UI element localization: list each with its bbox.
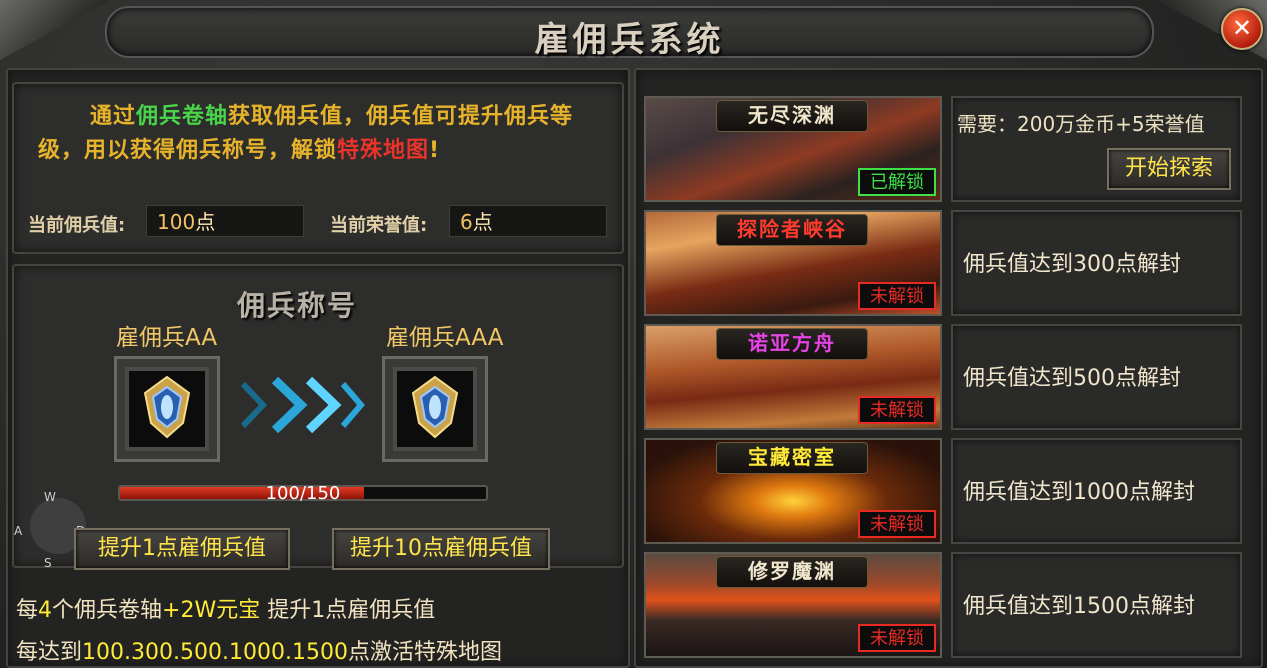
map-name: 探险者峡谷 [716, 214, 868, 246]
map-unlock-condition: 佣兵值达到300点解封 [963, 252, 1181, 277]
rank-progress-text: 100/150 [265, 483, 341, 504]
intro-text-segment: ! [429, 138, 441, 163]
map-row: 宝藏密室 未解锁 佣兵值达到1000点解封 [644, 438, 1244, 544]
map-requirement-panel: 佣兵值达到300点解封 [951, 210, 1242, 316]
next-rank-badge-slot [382, 356, 488, 462]
map-image[interactable]: 无尽深渊已解锁 [644, 96, 942, 202]
joystick-a-label: A [14, 524, 23, 538]
current-merc-label: 当前佣兵值: [28, 215, 126, 236]
unlock-threshold-info-segment: 每达到 [16, 640, 83, 665]
current-honor-value: 6 [460, 210, 473, 234]
upgrade-cost-info-segment: 个佣兵卷轴 [52, 598, 163, 623]
upgrade-cost-info: 每4个佣兵卷轴+2W元宝 提升1点雇佣兵值 [16, 592, 435, 624]
current-rank-title: 雇佣兵AA [116, 325, 218, 351]
map-image[interactable]: 宝藏密室未解锁 [644, 438, 942, 544]
map-image[interactable]: 修罗魔渊未解锁 [644, 552, 942, 658]
current-rank-badge-slot [114, 356, 220, 462]
map-status-badge: 未解锁 [858, 396, 936, 424]
map-requirement-panel: 佣兵值达到1000点解封 [951, 438, 1242, 544]
current-merc-value-box: 100点 [146, 205, 304, 237]
start-explore-button[interactable]: 开始探索 [1107, 148, 1231, 190]
map-name: 无尽深渊 [716, 100, 868, 132]
intro-description: 通过佣兵卷轴获取佣兵值，佣兵值可提升佣兵等级，用以获得佣兵称号，解锁特殊地图! [38, 100, 608, 168]
map-requirement-text: 需要：200万金币+5荣誉值 [957, 112, 1205, 136]
upgrade-10-button[interactable]: 提升10点雇佣兵值 [332, 528, 550, 570]
title-bar: 雇佣兵系统 [105, 6, 1154, 60]
joystick-s-label: S [44, 556, 52, 570]
current-honor-label: 当前荣誉值: [330, 215, 428, 236]
close-icon: ✕ [1231, 14, 1253, 42]
map-unlock-condition: 佣兵值达到500点解封 [963, 366, 1181, 391]
map-status-badge: 已解锁 [858, 168, 936, 196]
shield-badge-icon [411, 375, 459, 439]
rank-section-title: 佣兵称号 [237, 289, 358, 322]
map-row: 探险者峡谷 未解锁 佣兵值达到300点解封 [644, 210, 1244, 316]
unlock-threshold-info-segment: 100.300.500.1000.1500 [82, 640, 348, 665]
unlock-threshold-info: 每达到100.300.500.1000.1500点激活特殊地图 [16, 634, 502, 666]
map-name: 宝藏密室 [716, 442, 868, 474]
map-status-badge: 未解锁 [858, 624, 936, 652]
double-chevron-right-icon [240, 376, 365, 434]
map-image[interactable]: 探险者峡谷未解锁 [644, 210, 942, 316]
intro-text-segment: 通过 [90, 104, 137, 129]
window-title: 雇佣兵系统 [534, 20, 725, 60]
shield-badge-icon [143, 375, 191, 439]
map-requirement-panel: 佣兵值达到1500点解封 [951, 552, 1242, 658]
map-unlock-condition: 佣兵值达到1500点解封 [963, 594, 1195, 619]
next-rank-title: 雇佣兵AAA [386, 325, 504, 351]
current-honor-unit: 点 [472, 210, 493, 234]
rank-progress-bar: 100/150 [118, 483, 488, 504]
map-row: 诺亚方舟 未解锁 佣兵值达到500点解封 [644, 324, 1244, 430]
map-row: 无尽深渊 已解锁 需要：200万金币+5荣誉值 开始探索 [644, 96, 1244, 202]
map-status-badge: 未解锁 [858, 510, 936, 538]
map-requirement-panel: 佣兵值达到500点解封 [951, 324, 1242, 430]
current-merc-unit: 点 [195, 210, 216, 234]
map-requirement-panel: 需要：200万金币+5荣誉值开始探索 [951, 96, 1242, 202]
map-row: 修罗魔渊 未解锁 佣兵值达到1500点解封 [644, 552, 1244, 658]
map-image[interactable]: 诺亚方舟未解锁 [644, 324, 942, 430]
intro-text-segment: 特殊地图 [337, 138, 430, 163]
map-name: 修罗魔渊 [716, 556, 868, 588]
upgrade-cost-info-segment: +2W元宝 [162, 598, 261, 623]
upgrade-cost-info-segment: 4 [38, 598, 53, 623]
upgrade-cost-info-segment: 提升1点雇佣兵值 [260, 598, 436, 623]
upgrade-cost-info-segment: 每 [16, 598, 39, 623]
map-unlock-condition: 佣兵值达到1000点解封 [963, 480, 1195, 505]
upgrade-1-button[interactable]: 提升1点雇佣兵值 [74, 528, 290, 570]
current-merc-value: 100 [157, 210, 196, 234]
intro-text-segment: 佣兵卷轴 [136, 104, 229, 129]
current-honor-value-box: 6点 [449, 205, 607, 237]
unlock-threshold-info-segment: 点激活特殊地图 [347, 640, 502, 665]
joystick-w-label: W [44, 490, 56, 504]
close-button[interactable]: ✕ [1221, 8, 1263, 50]
map-name: 诺亚方舟 [716, 328, 868, 360]
map-status-badge: 未解锁 [858, 282, 936, 310]
